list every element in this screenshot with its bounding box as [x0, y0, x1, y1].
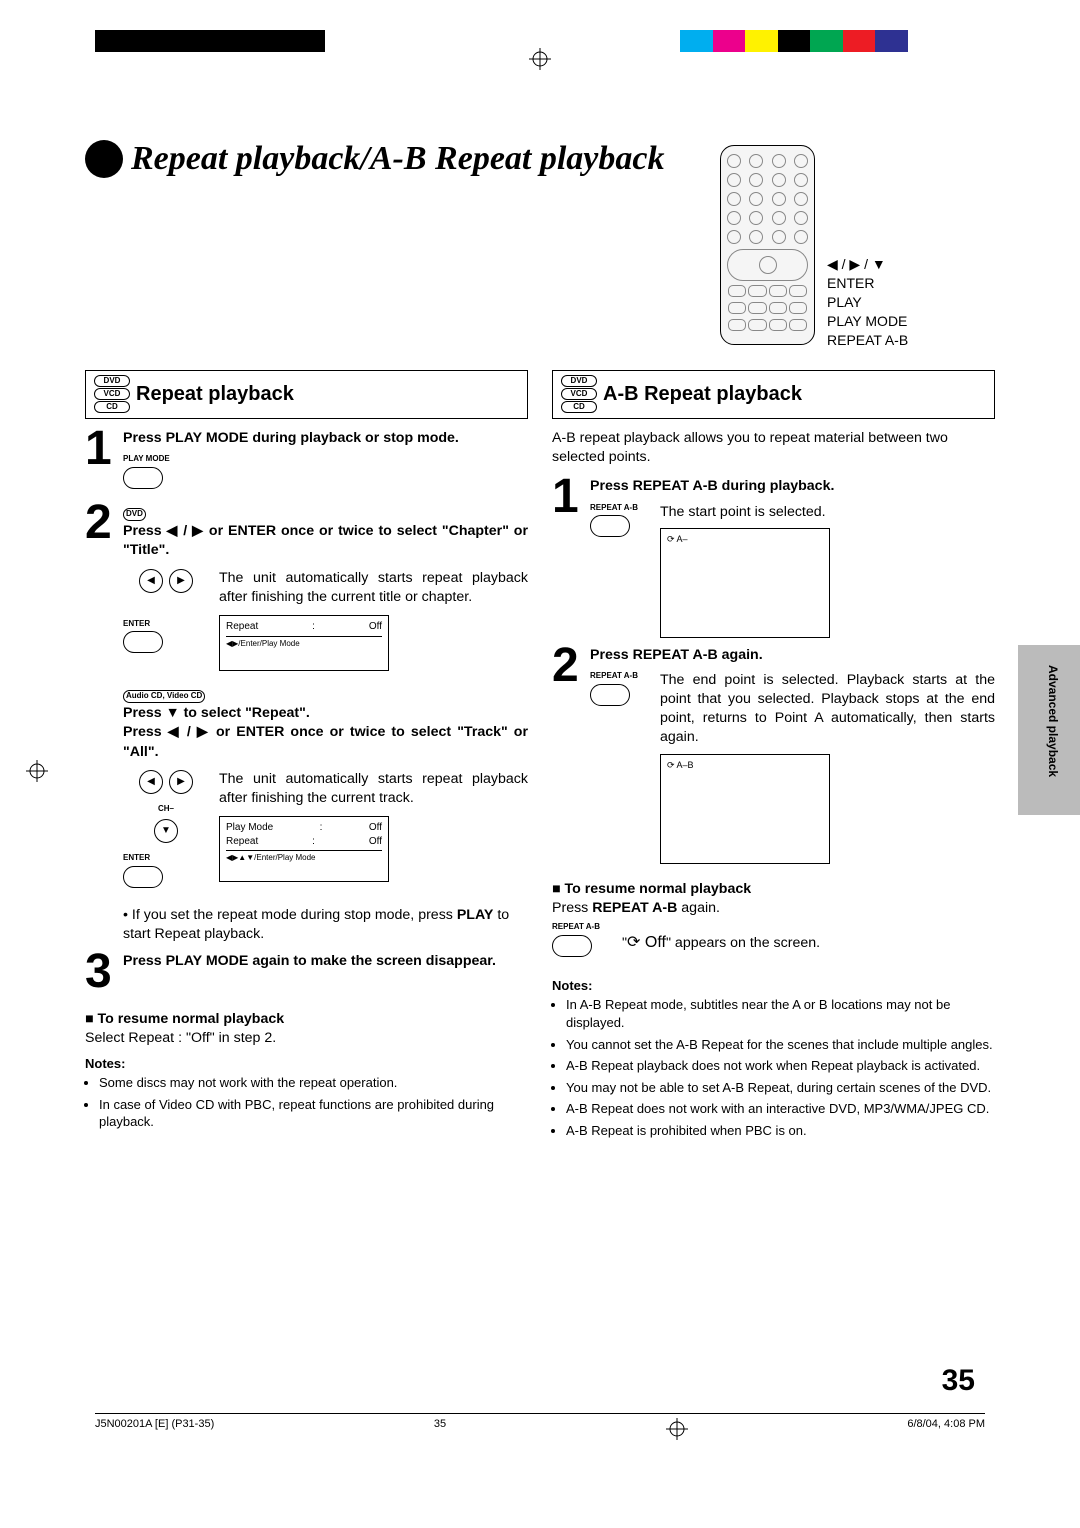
dvd-label: DVD: [123, 508, 146, 521]
resume-head-left: ■ To resume normal playback: [85, 1010, 528, 1029]
section-title-ab: A-B Repeat playback: [603, 381, 802, 408]
screen-1: Repeat:Off ◀▶/Enter/Play Mode: [219, 615, 389, 671]
footer: J5N00201A [E] (P31-35) 35 6/8/04, 4:08 P…: [95, 1413, 985, 1440]
step1r-instruction: Press REPEAT A-B during playback.: [590, 477, 995, 496]
registration-mark-bottom: [666, 1418, 688, 1440]
repeatab-btn-2: REPEAT A-B: [590, 671, 650, 712]
registration-mark-top: [529, 48, 551, 70]
right-column: DVDVCDCD A-B Repeat playback A-B repeat …: [552, 370, 995, 1143]
note-r6: A-B Repeat is prohibited when PBC is on.: [566, 1122, 995, 1140]
screen-2: Play Mode:Off Repeat:Off ◀▶▲▼/Enter/Play…: [219, 816, 389, 882]
note-l1: Some discs may not work with the repeat …: [99, 1074, 528, 1092]
right-arrow-icon-2: ▶: [169, 770, 193, 794]
section-title-repeat: Repeat playback: [136, 381, 294, 408]
footer-doc: J5N00201A [E] (P31-35): [95, 1418, 214, 1440]
arrow-buttons: ◀ ▶ ENTER: [123, 569, 209, 660]
step-2-left: 2 DVD Press ◀ / ▶ or ENTER once or twice…: [85, 503, 528, 944]
step1-instruction: Press PLAY MODE during playback or stop …: [123, 429, 528, 448]
page-number: 35: [942, 1364, 975, 1398]
disc-icons-2: DVDVCDCD: [561, 375, 597, 414]
color-bar: [680, 30, 940, 52]
left-arrow-icon: ◀: [139, 569, 163, 593]
note-r5: A-B Repeat does not work with an interac…: [566, 1100, 995, 1118]
step-number-1r: 1: [552, 477, 590, 637]
enter-cap: ENTER: [123, 619, 209, 630]
step2b-desc: The unit automatically starts repeat pla…: [219, 770, 528, 808]
stop-mode-note: • If you set the repeat mode during stop…: [123, 906, 528, 944]
step-3-left: 3 Press PLAY MODE again to make the scre…: [85, 952, 528, 992]
left-arrow-icon-2: ◀: [139, 770, 163, 794]
right-arrow-icon: ▶: [169, 569, 193, 593]
down-arrow-icon: ▼: [154, 819, 178, 843]
playmode-button-icon: [123, 467, 163, 489]
screen-r1: ⟳ A–: [660, 528, 830, 638]
footer-date: 6/8/04, 4:08 PM: [907, 1418, 985, 1440]
step-1-right: 1 Press REPEAT A-B during playback. REPE…: [552, 477, 995, 637]
enter-button-icon: [123, 631, 163, 653]
repeatab-btn-1: REPEAT A-B: [590, 503, 650, 544]
notes-list-left: Some discs may not work with the repeat …: [85, 1074, 528, 1131]
step2r-desc: The end point is selected. Playback star…: [660, 671, 995, 748]
note-r4: You may not be able to set A-B Repeat, d…: [566, 1079, 995, 1097]
footer-pg: 35: [434, 1418, 446, 1440]
off-text: "⟳ Off" appears on the screen.: [622, 932, 820, 954]
playmode-cap: PLAY MODE: [123, 454, 528, 465]
resume-text-left: Select Repeat : "Off" in step 2.: [85, 1029, 528, 1048]
ab-intro: A-B repeat playback allows you to repeat…: [552, 429, 995, 467]
notes-list-right: In A-B Repeat mode, subtitles near the A…: [552, 996, 995, 1139]
enter-cap-2: ENTER: [123, 853, 209, 864]
cd-label: Audio CD, Video CD: [123, 690, 205, 703]
step2r-instruction: Press REPEAT A-B again.: [590, 646, 995, 665]
resume-text-right: Press REPEAT A-B again.: [552, 899, 995, 918]
note-r1: In A-B Repeat mode, subtitles near the A…: [566, 996, 995, 1031]
screen-r2: ⟳ A–B: [660, 754, 830, 864]
step2-instruction: Press ◀ / ▶ or ENTER once or twice to se…: [123, 522, 528, 560]
registration-mark-left: [26, 760, 48, 782]
step1r-desc: The start point is selected.: [660, 503, 995, 522]
arrow-buttons-2: ◀ ▶ CH– ▼ ENTER: [123, 770, 209, 894]
resume-head-right: ■ To resume normal playback: [552, 880, 995, 899]
step-number-2: 2: [85, 503, 123, 944]
step2b-h3: Press ◀ / ▶ or ENTER once or twice to se…: [123, 723, 528, 761]
enter-button-icon-2: [123, 866, 163, 888]
note-r2: You cannot set the A-B Repeat for the sc…: [566, 1036, 995, 1054]
disc-icons: DVDVCDCD: [94, 375, 130, 414]
notes-head-left: Notes:: [85, 1055, 528, 1073]
step-number-2r: 2: [552, 646, 590, 864]
side-tab-label: Advanced playback: [1042, 665, 1060, 777]
step-number-1: 1: [85, 429, 123, 495]
step2b-h2: Press ▼ to select "Repeat".: [123, 704, 528, 723]
section-head-ab: DVDVCDCD A-B Repeat playback: [552, 370, 995, 419]
note-r3: A-B Repeat playback does not work when R…: [566, 1057, 995, 1075]
notes-head-right: Notes:: [552, 977, 995, 995]
note-l2: In case of Video CD with PBC, repeat fun…: [99, 1096, 528, 1131]
step-number-3: 3: [85, 952, 123, 992]
step-2-right: 2 Press REPEAT A-B again. REPEAT A-B The…: [552, 646, 995, 864]
repeatab-btn-3: REPEAT A-B: [552, 922, 612, 963]
step-1-left: 1 Press PLAY MODE during playback or sto…: [85, 429, 528, 495]
left-column: DVDVCDCD Repeat playback 1 Press PLAY MO…: [85, 370, 528, 1143]
step2-desc: The unit automatically starts repeat pla…: [219, 569, 528, 607]
section-head-repeat: DVDVCDCD Repeat playback: [85, 370, 528, 419]
step3-instruction: Press PLAY MODE again to make the screen…: [123, 952, 528, 971]
